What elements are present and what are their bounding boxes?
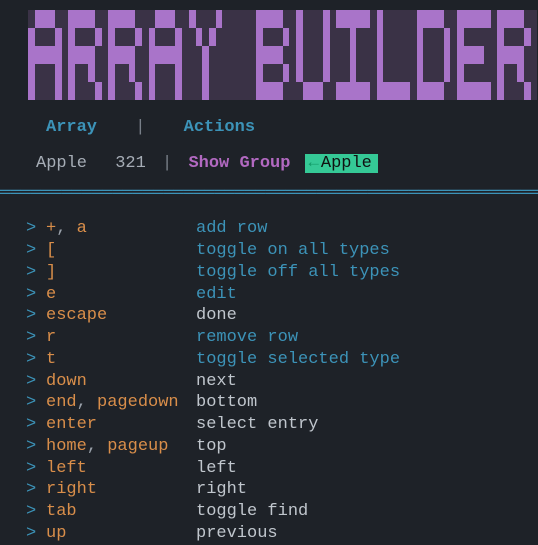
keybinding-row[interactable]: >] toggle off all types: [26, 262, 538, 284]
chevron-right-icon: >: [26, 458, 46, 480]
key: escape: [46, 306, 107, 325]
key: t: [46, 350, 56, 369]
key-separator: ,: [87, 437, 107, 456]
keybinding-row[interactable]: >+, aadd row: [26, 218, 538, 240]
keybinding-keys: e: [46, 284, 196, 306]
keybinding-row[interactable]: >r remove row: [26, 327, 538, 349]
app-title-banner: [0, 0, 538, 103]
key: e: [46, 285, 56, 304]
chevron-right-icon: >: [26, 523, 46, 545]
keybinding-action: done: [196, 305, 237, 327]
key: +: [46, 219, 56, 238]
keybinding-action: right: [196, 479, 247, 501]
keybinding-row[interactable]: >[ toggle on all types: [26, 240, 538, 262]
keybinding-row[interactable]: >e edit: [26, 284, 538, 306]
chevron-right-icon: >: [26, 371, 46, 393]
breadcrumb: Apple 321 | Show Group ←Apple: [0, 147, 538, 181]
chevron-right-icon: >: [26, 262, 46, 284]
chevron-right-icon: >: [26, 392, 46, 414]
keybinding-row[interactable]: >rightright: [26, 479, 538, 501]
keybinding-keys: enter: [46, 414, 196, 436]
keybinding-action: bottom: [196, 392, 257, 414]
keybinding-action[interactable]: toggle off all types: [196, 262, 400, 284]
keybinding-keys: home, pageup: [46, 436, 196, 458]
key: right: [46, 480, 97, 499]
chevron-right-icon: >: [26, 240, 46, 262]
keybinding-action[interactable]: toggle on all types: [196, 240, 390, 262]
keybinding-keys: left: [46, 458, 196, 480]
keybinding-row[interactable]: >upprevious: [26, 523, 538, 545]
keybinding-keys: +, a: [46, 218, 196, 240]
menu-separator: |: [135, 118, 145, 137]
chevron-right-icon: >: [26, 327, 46, 349]
keybinding-action: next: [196, 371, 237, 393]
keybinding-keys: t: [46, 349, 196, 371]
keybinding-action: top: [196, 436, 227, 458]
keybinding-row[interactable]: >enter select entry: [26, 414, 538, 436]
key: pagedown: [97, 393, 179, 412]
menu-actions[interactable]: Actions: [184, 118, 255, 137]
keybinding-action: toggle find: [196, 501, 308, 523]
keybinding-action[interactable]: edit: [196, 284, 237, 306]
keybinding-row[interactable]: >end, pagedownbottom: [26, 392, 538, 414]
keybinding-keys: escape: [46, 305, 196, 327]
chevron-right-icon: >: [26, 414, 46, 436]
chevron-right-icon: >: [26, 305, 46, 327]
key-separator: ,: [77, 393, 97, 412]
group-tag[interactable]: ←Apple: [305, 154, 378, 173]
keybinding-keys: [: [46, 240, 196, 262]
keybinding-keys: ]: [46, 262, 196, 284]
keybinding-action[interactable]: remove row: [196, 327, 298, 349]
keybinding-row[interactable]: >down next: [26, 371, 538, 393]
keybinding-action[interactable]: toggle selected type: [196, 349, 400, 371]
chevron-right-icon: >: [26, 218, 46, 240]
menu-bar: Array | Actions: [0, 103, 538, 147]
crumb-count: 321: [115, 154, 146, 173]
keybinding-action: select entry: [196, 414, 318, 436]
show-group-button[interactable]: Show Group: [188, 154, 290, 173]
key: enter: [46, 415, 97, 434]
chevron-right-icon: >: [26, 436, 46, 458]
keybinding-action: left: [196, 458, 237, 480]
group-tag-label: Apple: [321, 154, 372, 173]
key: left: [46, 459, 87, 478]
key: pageup: [107, 437, 168, 456]
key: down: [46, 372, 87, 391]
key: tab: [46, 502, 77, 521]
keybinding-list: >+, aadd row>[toggle on all types>]toggl…: [0, 204, 538, 544]
keybinding-keys: up: [46, 523, 196, 545]
keybinding-action: previous: [196, 523, 278, 545]
crumb-separator: |: [162, 154, 172, 173]
menu-array[interactable]: Array: [46, 118, 97, 137]
keybinding-keys: down: [46, 371, 196, 393]
keybinding-row[interactable]: >leftleft: [26, 458, 538, 480]
key: ]: [46, 263, 56, 282]
chevron-right-icon: >: [26, 284, 46, 306]
key-separator: ,: [56, 219, 76, 238]
keybinding-action[interactable]: add row: [196, 218, 267, 240]
keybinding-row[interactable]: >t toggle selected type: [26, 349, 538, 371]
keybinding-row[interactable]: >tab toggle find: [26, 501, 538, 523]
key: r: [46, 328, 56, 347]
chevron-right-icon: >: [26, 501, 46, 523]
key: end: [46, 393, 77, 412]
arrow-left-icon: ←: [309, 154, 319, 173]
key: [: [46, 241, 56, 260]
key: home: [46, 437, 87, 456]
chevron-right-icon: >: [26, 479, 46, 501]
key: a: [77, 219, 87, 238]
crumb-name: Apple: [36, 154, 87, 173]
keybinding-keys: right: [46, 479, 196, 501]
keybinding-row[interactable]: >escape done: [26, 305, 538, 327]
keybinding-row[interactable]: >home, pageuptop: [26, 436, 538, 458]
keybinding-keys: tab: [46, 501, 196, 523]
divider: ════════════════════════════════════════…: [0, 181, 538, 205]
keybinding-keys: end, pagedown: [46, 392, 196, 414]
chevron-right-icon: >: [26, 349, 46, 371]
keybinding-keys: r: [46, 327, 196, 349]
